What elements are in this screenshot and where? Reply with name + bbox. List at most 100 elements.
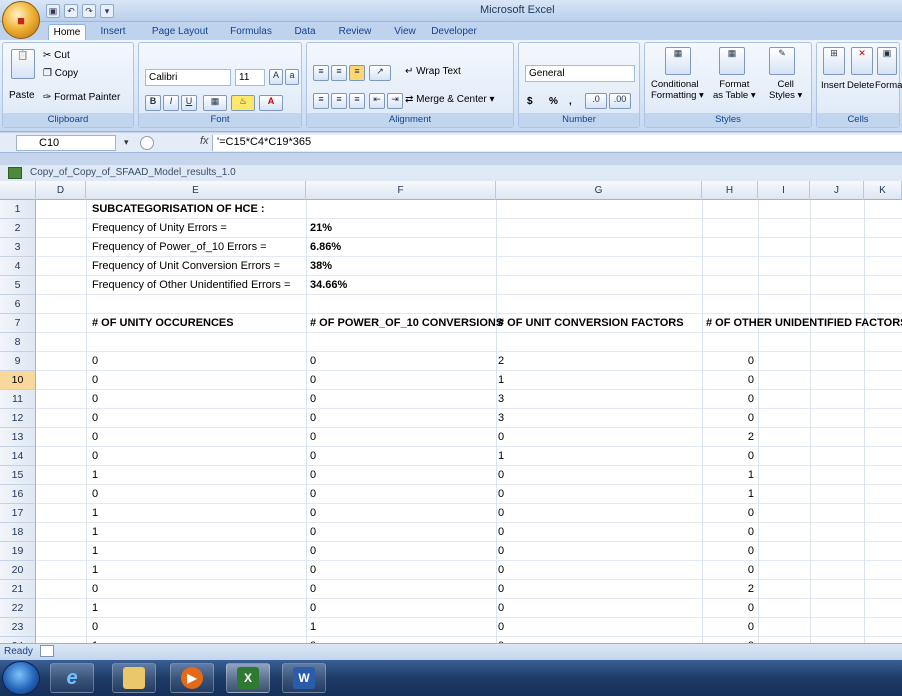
row-header-10[interactable]: 10	[0, 371, 36, 390]
save-icon[interactable]: ▣	[46, 4, 60, 18]
unity-count-cell[interactable]: 0	[92, 447, 98, 466]
row-header-13[interactable]: 13	[0, 428, 36, 447]
align-bottom-icon[interactable]: ≡	[349, 65, 365, 81]
tab-insert[interactable]: Insert	[92, 24, 134, 40]
windows-start-icon[interactable]	[2, 661, 40, 695]
other-count-cell[interactable]: 0	[702, 447, 754, 466]
font-color-icon[interactable]: A	[259, 95, 283, 111]
row-header-17[interactable]: 17	[0, 504, 36, 523]
unit-conv-count-cell[interactable]: 0	[498, 599, 504, 618]
format-cells-icon[interactable]: ▣	[877, 47, 897, 75]
other-count-cell[interactable]: 0	[702, 561, 754, 580]
row-header-2[interactable]: 2	[0, 219, 36, 238]
unit-conv-count-cell[interactable]: 1	[498, 371, 504, 390]
delete-cells-icon[interactable]: ✕	[851, 47, 873, 75]
decrease-decimal-icon[interactable]: .00	[609, 93, 631, 109]
insert-function-icon[interactable]: fx	[200, 135, 209, 147]
tab-data[interactable]: Data	[290, 24, 320, 40]
row-header-21[interactable]: 21	[0, 580, 36, 599]
row-header-15[interactable]: 15	[0, 466, 36, 485]
power10-count-cell[interactable]: 0	[310, 599, 316, 618]
taskbar-ie[interactable]: e	[50, 663, 94, 693]
tab-developer[interactable]: Developer	[424, 24, 484, 40]
other-count-cell[interactable]: 0	[702, 371, 754, 390]
undo-icon[interactable]: ↶	[64, 4, 78, 18]
power10-count-cell[interactable]: 0	[310, 428, 316, 447]
other-count-cell[interactable]: 2	[702, 580, 754, 599]
power10-count-cell[interactable]: 0	[310, 561, 316, 580]
taskbar-media[interactable]: ▶	[170, 663, 214, 693]
other-count-cell[interactable]: 0	[702, 409, 754, 428]
other-count-cell[interactable]: 0	[702, 618, 754, 637]
row-header-3[interactable]: 3	[0, 238, 36, 257]
other-count-cell[interactable]: 0	[702, 542, 754, 561]
merge-center-button[interactable]: ⇄ Merge & Center ▾	[405, 93, 495, 107]
unity-count-cell[interactable]: 0	[92, 390, 98, 409]
power10-count-cell[interactable]: 0	[310, 466, 316, 485]
power10-count-cell[interactable]: 0	[310, 371, 316, 390]
formula-input[interactable]: '=C15*C4*C19*365	[212, 135, 902, 151]
other-count-cell[interactable]: 1	[702, 466, 754, 485]
cut-button[interactable]: ✂ Cut	[43, 49, 70, 63]
column-header-i[interactable]: I	[758, 181, 810, 200]
tab-view[interactable]: View	[390, 24, 420, 40]
increase-decimal-icon[interactable]: .0	[585, 93, 607, 109]
unity-count-cell[interactable]: 0	[92, 371, 98, 390]
customize-qat-icon[interactable]: ▾	[100, 4, 114, 18]
unit-conv-count-cell[interactable]: 0	[498, 485, 504, 504]
worksheet-grid[interactable]: D E F G H I J K 1 2 3 4 5 6 7 8 9 10 11 12 13 14 15 16 1…	[0, 181, 902, 643]
row-header-14[interactable]: 14	[0, 447, 36, 466]
unity-count-cell[interactable]: 0	[92, 409, 98, 428]
column-header-f[interactable]: F	[306, 181, 496, 200]
power10-count-cell[interactable]: 0	[310, 409, 316, 428]
font-name-box[interactable]: Calibri	[145, 69, 231, 86]
align-middle-icon[interactable]: ≡	[331, 65, 347, 81]
other-count-cell[interactable]: 0	[702, 523, 754, 542]
align-right-icon[interactable]: ≡	[349, 93, 365, 109]
unit-conv-count-cell[interactable]: 0	[498, 580, 504, 599]
other-count-cell[interactable]: 2	[702, 428, 754, 447]
wrap-text-button[interactable]: ↵ Wrap Text	[405, 65, 461, 79]
paste-button[interactable]: Paste	[9, 89, 35, 103]
macro-record-icon[interactable]	[40, 645, 54, 657]
tab-review[interactable]: Review	[334, 24, 376, 40]
fill-color-icon[interactable]: ♨	[231, 95, 255, 111]
row-header-7[interactable]: 7	[0, 314, 36, 333]
unity-count-cell[interactable]: 1	[92, 561, 98, 580]
unity-count-cell[interactable]: 0	[92, 618, 98, 637]
format-as-table-button[interactable]: Format as Table ▾	[713, 79, 756, 101]
other-count-cell[interactable]: 0	[702, 599, 754, 618]
cell-styles-button[interactable]: Cell Styles ▾	[769, 79, 802, 101]
name-box-dropdown-icon[interactable]: ▾	[124, 137, 129, 148]
align-left-icon[interactable]: ≡	[313, 93, 329, 109]
unit-conv-count-cell[interactable]: 2	[498, 352, 504, 371]
power10-count-cell[interactable]: 0	[310, 542, 316, 561]
column-header-h[interactable]: H	[702, 181, 758, 200]
row-header-18[interactable]: 18	[0, 523, 36, 542]
power10-count-cell[interactable]: 0	[310, 580, 316, 599]
align-top-icon[interactable]: ≡	[313, 65, 329, 81]
unit-conv-count-cell[interactable]: 0	[498, 504, 504, 523]
redo-icon[interactable]: ↷	[82, 4, 96, 18]
unit-conv-count-cell[interactable]: 3	[498, 390, 504, 409]
power10-count-cell[interactable]: 0	[310, 485, 316, 504]
cell-styles-icon[interactable]: ✎	[769, 47, 795, 75]
row-header-22[interactable]: 22	[0, 599, 36, 618]
taskbar-word[interactable]: W	[282, 663, 326, 693]
row-header-19[interactable]: 19	[0, 542, 36, 561]
taskbar-explorer[interactable]	[112, 663, 156, 693]
row-header-8[interactable]: 8	[0, 333, 36, 352]
row-header-11[interactable]: 11	[0, 390, 36, 409]
unit-conv-count-cell[interactable]: 0	[498, 466, 504, 485]
other-count-cell[interactable]: 0	[702, 352, 754, 371]
power10-count-cell[interactable]: 0	[310, 523, 316, 542]
insert-button[interactable]: Insert	[821, 79, 845, 93]
unit-conv-count-cell[interactable]: 0	[498, 618, 504, 637]
column-header-g[interactable]: G	[496, 181, 702, 200]
orientation-icon[interactable]: ↗	[369, 65, 391, 81]
power10-count-cell[interactable]: 0	[310, 504, 316, 523]
percent-button[interactable]: %	[549, 95, 558, 109]
italic-icon[interactable]: I	[163, 95, 179, 111]
format-button[interactable]: Format	[875, 79, 902, 93]
office-button[interactable]: ■	[2, 1, 40, 39]
